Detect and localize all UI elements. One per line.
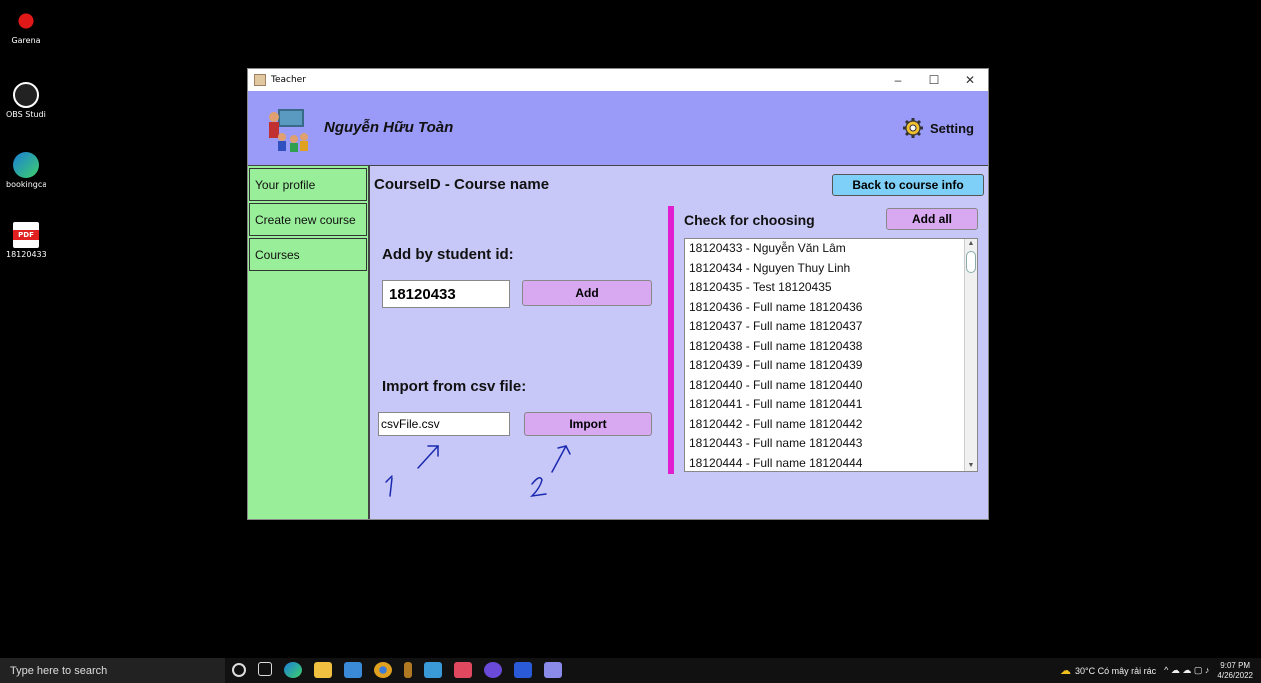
add-all-button[interactable]: Add all xyxy=(886,208,978,230)
window-title: Teacher xyxy=(271,75,306,85)
import-label: Import from csv file: xyxy=(382,378,527,395)
list-item[interactable]: 18120433 - Nguyễn Văn Lâm xyxy=(685,239,977,259)
student-list[interactable]: 18120433 - Nguyễn Văn Lâm 18120434 - Ngu… xyxy=(684,238,978,472)
clock-date: 4/26/2022 xyxy=(1217,670,1253,680)
github-icon[interactable] xyxy=(484,662,502,678)
sidebar-item-create-course[interactable]: Create new course xyxy=(249,203,367,236)
add-button[interactable]: Add xyxy=(522,280,652,306)
list-item[interactable]: 18120440 - Full name 18120440 xyxy=(685,376,977,396)
app-icon[interactable] xyxy=(404,662,412,678)
desktop-icon-obs[interactable]: OBS Studio xyxy=(6,82,46,119)
file-explorer-icon[interactable] xyxy=(314,662,332,678)
scroll-thumb[interactable] xyxy=(966,251,976,273)
desktop-icon-label: OBS Studio xyxy=(6,110,46,119)
mail-icon[interactable] xyxy=(344,662,362,678)
weather-text[interactable]: 30°C Có mây rải rác xyxy=(1075,666,1156,676)
desktop-icon-label: bookingcar... xyxy=(6,180,46,189)
shield-icon[interactable] xyxy=(424,662,442,678)
setting-label: Setting xyxy=(929,120,974,136)
obs-icon xyxy=(13,82,39,108)
taskbar: Type here to search ☁ 30°C Có mây rải rá… xyxy=(0,658,1261,683)
list-item[interactable]: 18120441 - Full name 18120441 xyxy=(685,395,977,415)
list-item[interactable]: 18120437 - Full name 18120437 xyxy=(685,317,977,337)
weather-icon[interactable]: ☁ xyxy=(1060,664,1071,677)
list-item[interactable]: 18120442 - Full name 18120442 xyxy=(685,415,977,435)
panel-divider xyxy=(668,206,674,474)
csv-file-input[interactable] xyxy=(378,412,510,436)
tray-icons[interactable]: ^ ☁ ☁ ▢ ♪ xyxy=(1164,665,1209,676)
list-item[interactable]: 18120438 - Full name 18120438 xyxy=(685,337,977,357)
taskbar-apps xyxy=(232,662,574,678)
student-id-input[interactable] xyxy=(382,280,510,308)
list-item[interactable]: 18120444 - Full name 18120444 xyxy=(685,454,977,472)
check-for-choosing-title: Check for choosing xyxy=(684,212,815,228)
scroll-up-icon[interactable]: ▲ xyxy=(967,240,975,248)
pdf-icon: PDF xyxy=(13,222,39,248)
clock-time: 9:07 PM xyxy=(1220,660,1251,670)
list-item[interactable]: 18120435 - Test 18120435 xyxy=(685,278,977,298)
garena-icon xyxy=(13,8,39,34)
taskbar-search[interactable]: Type here to search xyxy=(0,658,225,683)
chrome-icon[interactable] xyxy=(374,662,392,678)
teacher-window: Teacher – ☐ ✕ Nguyễn Hữu Toàn Setting Yo… xyxy=(247,68,989,520)
sidebar: Your profile Create new course Courses xyxy=(248,166,370,519)
teacher-icon xyxy=(269,109,308,152)
java-app-icon xyxy=(254,74,266,86)
java-taskbar-icon[interactable] xyxy=(544,662,562,678)
maximize-button[interactable]: ☐ xyxy=(916,69,952,91)
edge-icon xyxy=(13,152,39,178)
app-header: Nguyễn Hữu Toàn Setting xyxy=(248,91,988,166)
handwritten-annotations xyxy=(385,445,571,498)
title-bar[interactable]: Teacher – ☐ ✕ xyxy=(248,69,988,91)
desktop-icon-garena[interactable]: Garena xyxy=(6,8,46,45)
clock[interactable]: 9:07 PM 4/26/2022 xyxy=(1217,661,1253,681)
desktop-icon-label: Garena xyxy=(11,36,41,45)
list-item[interactable]: 18120439 - Full name 18120439 xyxy=(685,356,977,376)
gear-icon xyxy=(902,118,923,138)
desktop-icon-label: 18120433 xyxy=(6,250,46,259)
setting-button[interactable]: Setting xyxy=(902,117,974,139)
minimize-button[interactable]: – xyxy=(880,69,916,91)
edge-taskbar-icon[interactable] xyxy=(284,662,302,678)
desktop-icon-edge[interactable]: bookingcar... xyxy=(6,152,46,189)
list-item[interactable]: 18120436 - Full name 18120436 xyxy=(685,298,977,318)
cortana-icon[interactable] xyxy=(232,663,246,677)
close-button[interactable]: ✕ xyxy=(952,69,988,91)
teacher-name: Nguyễn Hữu Toàn xyxy=(324,119,454,136)
back-to-course-info-button[interactable]: Back to course info xyxy=(832,174,984,196)
system-tray: ☁ 30°C Có mây rải rác ^ ☁ ☁ ▢ ♪ 9:07 PM … xyxy=(1060,658,1253,683)
course-title: CourseID - Course name xyxy=(374,176,550,193)
sidebar-item-courses[interactable]: Courses xyxy=(249,238,367,271)
add-by-id-label: Add by student id: xyxy=(382,246,514,263)
list-item[interactable]: 18120443 - Full name 18120443 xyxy=(685,434,977,454)
import-button[interactable]: Import xyxy=(524,412,652,436)
scroll-down-icon[interactable]: ▼ xyxy=(967,462,975,470)
desktop-icon-pdf[interactable]: PDF 18120433 xyxy=(6,222,46,259)
student-list-items: 18120433 - Nguyễn Văn Lâm 18120434 - Ngu… xyxy=(685,239,977,472)
list-item[interactable]: 18120434 - Nguyen Thuy Linh xyxy=(685,259,977,279)
sidebar-item-your-profile[interactable]: Your profile xyxy=(249,168,367,201)
app2-icon[interactable] xyxy=(454,662,472,678)
main-panel: CourseID - Course name Back to course in… xyxy=(372,166,988,519)
word-icon[interactable] xyxy=(514,662,532,678)
list-scrollbar[interactable]: ▲ ▼ xyxy=(964,239,977,471)
task-view-icon[interactable] xyxy=(258,662,272,676)
